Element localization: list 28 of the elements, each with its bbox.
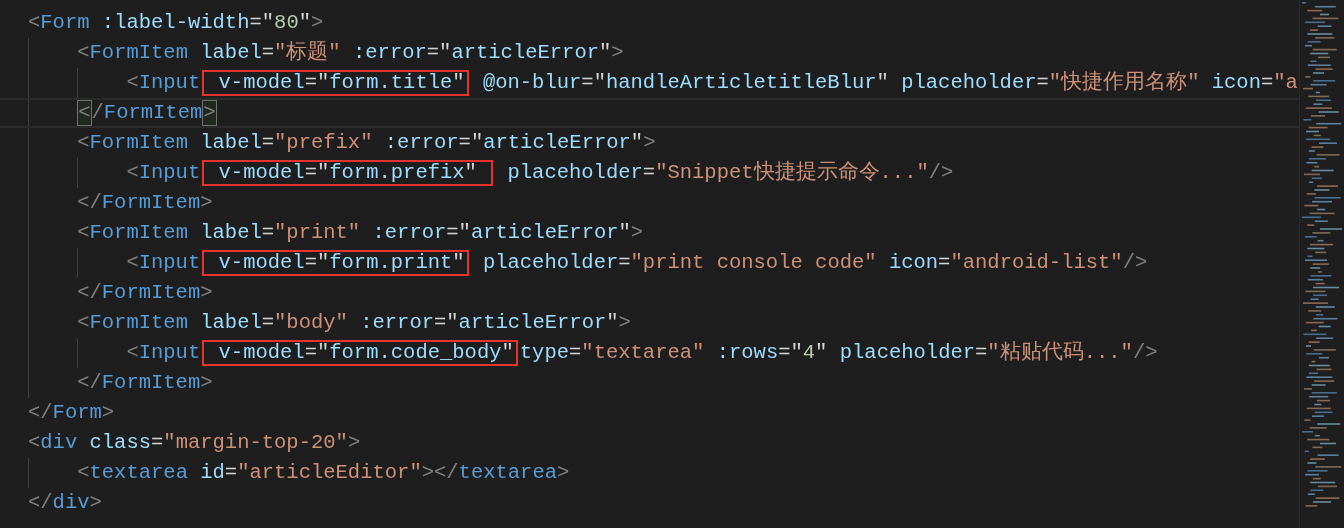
minimap-drawing[interactable] bbox=[1299, 0, 1344, 528]
code-text: <Input bbox=[126, 160, 201, 186]
code-text: placeholder="print console code" icon="android-list"/> bbox=[481, 250, 1148, 276]
code-text: type="textarea" :rows="4" placeholder="粘贴代码..."/> bbox=[519, 340, 1158, 366]
highlight-box: v-model="form.prefix" bbox=[202, 160, 494, 186]
code-text: <FormItem label="body" :error="articleError"> bbox=[77, 310, 631, 336]
code-text: </FormItem> bbox=[77, 370, 213, 396]
code-text: <Form :label-width="80"> bbox=[28, 10, 324, 36]
code-text: <Input bbox=[126, 70, 201, 96]
code-text: <textarea id="articleEditor"></textarea> bbox=[77, 460, 570, 486]
highlight-box: v-model="form.title" bbox=[202, 70, 469, 96]
code-text: @on-blur="handleArticletitleBlur" placeholder="快捷作用名称" icon="a bbox=[481, 69, 1298, 96]
code-text: <Input bbox=[126, 340, 201, 366]
matched-bracket: > bbox=[202, 100, 217, 126]
code-text: </FormItem> bbox=[77, 190, 213, 216]
highlight-box: v-model="form.print" bbox=[202, 250, 469, 276]
code-text: <FormItem label="print" :error="articleError"> bbox=[77, 220, 644, 246]
code-text: </FormItem> bbox=[77, 280, 213, 306]
code-text: <div class="margin-top-20"> bbox=[28, 430, 361, 456]
code-text: </Form> bbox=[28, 400, 115, 426]
code-text: placeholder="Snippet快捷提示命令..."/> bbox=[506, 159, 954, 186]
code-text: /FormItem bbox=[91, 100, 203, 126]
code-text: <Input bbox=[126, 250, 201, 276]
highlight-box: v-model="form.code_body" bbox=[202, 340, 518, 366]
matched-bracket: < bbox=[77, 100, 92, 126]
code-text: <FormItem label="prefix" :error="articleError"> bbox=[77, 130, 656, 156]
code-text: <FormItem label="标题" :error="articleError"> bbox=[77, 40, 624, 66]
code-text: </div> bbox=[28, 490, 102, 516]
